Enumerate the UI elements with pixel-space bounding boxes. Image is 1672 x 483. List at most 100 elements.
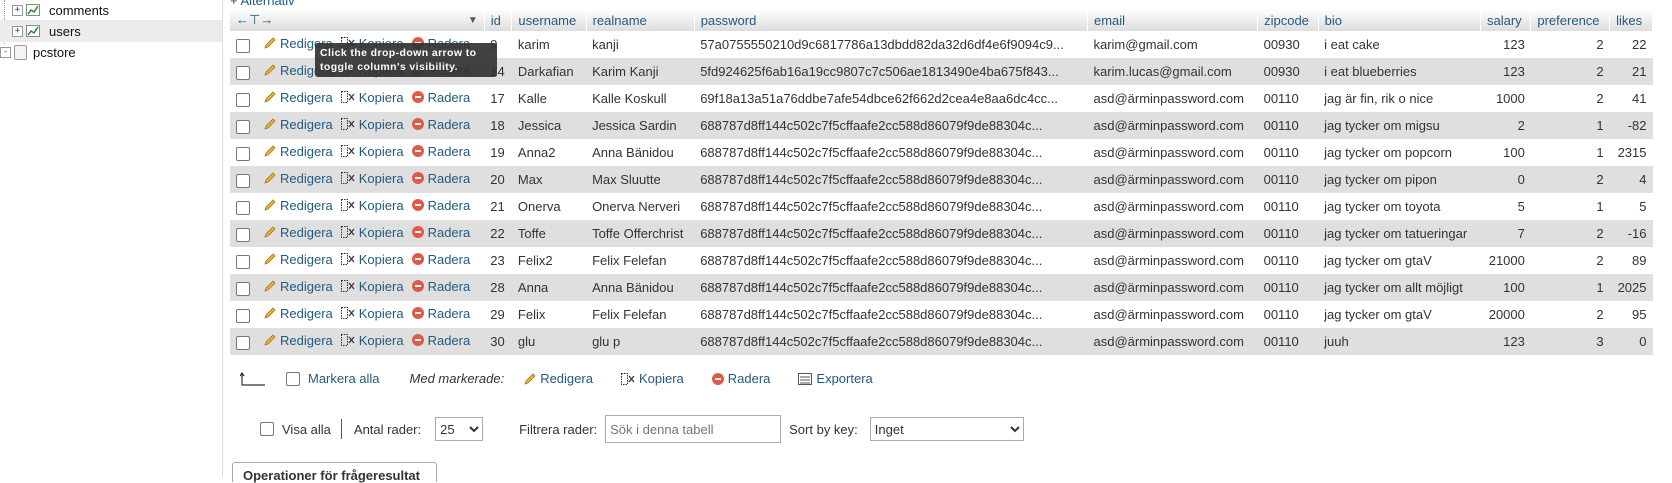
column-header-preference[interactable]: preference bbox=[1530, 9, 1611, 31]
cell-salary[interactable]: 1000 bbox=[1480, 85, 1531, 112]
cell-bio[interactable]: jag tycker om pipon bbox=[1318, 166, 1481, 193]
cell-username[interactable]: Onerva bbox=[511, 193, 587, 220]
cell-password[interactable]: 688787d8ff144c502c7f5cffaafe2cc588d86079… bbox=[694, 139, 1088, 166]
num-rows-select[interactable]: 25 bbox=[435, 417, 484, 441]
cell-bio[interactable]: jag tycker om popcorn bbox=[1318, 139, 1481, 166]
edit-button[interactable]: Redigera bbox=[264, 279, 333, 294]
row-checkbox[interactable] bbox=[236, 309, 250, 324]
cell-realname[interactable]: Max Sluutte bbox=[586, 166, 695, 193]
delete-button[interactable]: Radera bbox=[411, 279, 470, 294]
cell-id[interactable]: 30 bbox=[484, 328, 512, 355]
cell-password[interactable]: 688787d8ff144c502c7f5cffaafe2cc588d86079… bbox=[694, 166, 1088, 193]
edit-button[interactable]: Redigera bbox=[264, 333, 333, 348]
cell-id[interactable]: 18 bbox=[484, 112, 512, 139]
cell-id[interactable]: 29 bbox=[484, 301, 512, 328]
edit-button[interactable]: Redigera bbox=[264, 171, 333, 186]
tree-item-comments[interactable]: + comments bbox=[12, 0, 109, 21]
bulk-copy-button[interactable]: Kopiera bbox=[620, 371, 684, 386]
copy-button[interactable]: Kopiera bbox=[340, 90, 404, 105]
copy-button[interactable]: Kopiera bbox=[340, 306, 404, 321]
cell-bio[interactable]: jag tycker om gtaV bbox=[1318, 247, 1481, 274]
cell-email[interactable]: asd@ärminpassword.com bbox=[1087, 139, 1258, 166]
row-checkbox[interactable] bbox=[236, 147, 250, 162]
cell-bio[interactable]: jag tycker om allt möjligt bbox=[1318, 274, 1481, 301]
cell-bio[interactable]: jag är fin, rik o nice bbox=[1318, 85, 1481, 112]
copy-button[interactable]: Kopiera bbox=[340, 333, 404, 348]
cell-likes[interactable]: 0 bbox=[1609, 328, 1653, 355]
cell-realname[interactable]: glu p bbox=[586, 328, 695, 355]
cell-realname[interactable]: Felix Felefan bbox=[586, 301, 695, 328]
cell-realname[interactable]: Anna Bänidou bbox=[586, 274, 695, 301]
cell-username[interactable]: Felix bbox=[511, 301, 587, 328]
cell-preference[interactable]: 1 bbox=[1530, 139, 1610, 166]
cell-email[interactable]: karim@gmail.com bbox=[1087, 31, 1258, 58]
show-all-checkbox[interactable] bbox=[260, 422, 274, 436]
cell-realname[interactable]: Jessica Sardin bbox=[586, 112, 695, 139]
cell-preference[interactable]: 3 bbox=[1530, 328, 1610, 355]
row-checkbox[interactable] bbox=[236, 174, 250, 189]
select-all-checkbox[interactable] bbox=[286, 371, 300, 386]
cell-likes[interactable]: 41 bbox=[1609, 85, 1653, 112]
delete-button[interactable]: Radera bbox=[411, 225, 470, 240]
cell-zipcode[interactable]: 00110 bbox=[1257, 139, 1319, 166]
cell-password[interactable]: 5fd924625f6ab16a19cc9807c7c506ae1813490e… bbox=[694, 58, 1088, 85]
column-header-zipcode[interactable]: zipcode bbox=[1257, 9, 1319, 31]
copy-button[interactable]: Kopiera bbox=[340, 198, 404, 213]
column-visibility-header[interactable]: ←⊤→ ▼ bbox=[230, 9, 485, 31]
copy-button[interactable]: Kopiera bbox=[340, 171, 404, 186]
sort-by-key-select[interactable]: Inget bbox=[869, 417, 1024, 441]
delete-button[interactable]: Radera bbox=[411, 306, 470, 321]
cell-salary[interactable]: 0 bbox=[1480, 166, 1531, 193]
cell-preference[interactable]: 2 bbox=[1530, 31, 1610, 58]
cell-email[interactable]: asd@ärminpassword.com bbox=[1087, 301, 1258, 328]
cell-email[interactable]: asd@ärminpassword.com bbox=[1087, 166, 1258, 193]
cell-zipcode[interactable]: 00110 bbox=[1257, 247, 1319, 274]
cell-salary[interactable]: 5 bbox=[1480, 193, 1531, 220]
copy-button[interactable]: Kopiera bbox=[340, 252, 404, 267]
row-checkbox[interactable] bbox=[236, 93, 250, 108]
cell-preference[interactable]: 2 bbox=[1530, 85, 1610, 112]
cell-bio[interactable]: i eat blueberries bbox=[1318, 58, 1481, 85]
row-checkbox[interactable] bbox=[236, 255, 250, 270]
cell-preference[interactable]: 2 bbox=[1530, 220, 1610, 247]
cell-likes[interactable]: 22 bbox=[1609, 31, 1653, 58]
column-header-salary[interactable]: salary bbox=[1480, 9, 1532, 31]
cell-username[interactable]: Felix2 bbox=[511, 247, 587, 274]
cell-likes[interactable]: 95 bbox=[1609, 301, 1653, 328]
cell-zipcode[interactable]: 00110 bbox=[1257, 328, 1319, 355]
cell-likes[interactable]: 5 bbox=[1609, 193, 1653, 220]
edit-button[interactable]: Redigera bbox=[264, 144, 333, 159]
cell-email[interactable]: asd@ärminpassword.com bbox=[1087, 274, 1258, 301]
cell-email[interactable]: asd@ärminpassword.com bbox=[1087, 247, 1258, 274]
cell-zipcode[interactable]: 00930 bbox=[1257, 58, 1319, 85]
select-all-label[interactable]: Markera alla bbox=[308, 371, 380, 386]
row-checkbox[interactable] bbox=[236, 201, 250, 216]
delete-button[interactable]: Radera bbox=[411, 117, 470, 132]
cell-realname[interactable]: kanji bbox=[586, 31, 695, 58]
cell-realname[interactable]: Onerva Nerveri bbox=[586, 193, 695, 220]
cell-bio[interactable]: jag tycker om gtaV bbox=[1318, 301, 1481, 328]
cell-username[interactable]: Toffe bbox=[511, 220, 587, 247]
edit-button[interactable]: Redigera bbox=[264, 306, 333, 321]
cell-bio[interactable]: jag tycker om toyota bbox=[1318, 193, 1481, 220]
cell-salary[interactable]: 123 bbox=[1480, 31, 1531, 58]
cell-password[interactable]: 688787d8ff144c502c7f5cffaafe2cc588d86079… bbox=[694, 328, 1088, 355]
cell-salary[interactable]: 123 bbox=[1480, 328, 1531, 355]
cell-email[interactable]: karim.lucas@gmail.com bbox=[1087, 58, 1258, 85]
cell-username[interactable]: Darkafian bbox=[511, 58, 587, 85]
delete-button[interactable]: Radera bbox=[411, 333, 470, 348]
cell-email[interactable]: asd@ärminpassword.com bbox=[1087, 328, 1258, 355]
cell-preference[interactable]: 1 bbox=[1530, 112, 1610, 139]
edit-button[interactable]: Redigera bbox=[264, 117, 333, 132]
cell-zipcode[interactable]: 00110 bbox=[1257, 112, 1319, 139]
column-dropdown-arrow-icon[interactable]: ▼ bbox=[468, 15, 478, 26]
row-checkbox[interactable] bbox=[236, 282, 250, 297]
collapse-icon[interactable]: - bbox=[0, 46, 11, 58]
cell-id[interactable]: 17 bbox=[484, 85, 512, 112]
cell-preference[interactable]: 1 bbox=[1530, 193, 1610, 220]
cell-preference[interactable]: 2 bbox=[1530, 166, 1610, 193]
cell-password[interactable]: 688787d8ff144c502c7f5cffaafe2cc588d86079… bbox=[694, 301, 1088, 328]
cell-likes[interactable]: 89 bbox=[1609, 247, 1653, 274]
copy-button[interactable]: Kopiera bbox=[340, 225, 404, 240]
cell-zipcode[interactable]: 00110 bbox=[1257, 193, 1319, 220]
